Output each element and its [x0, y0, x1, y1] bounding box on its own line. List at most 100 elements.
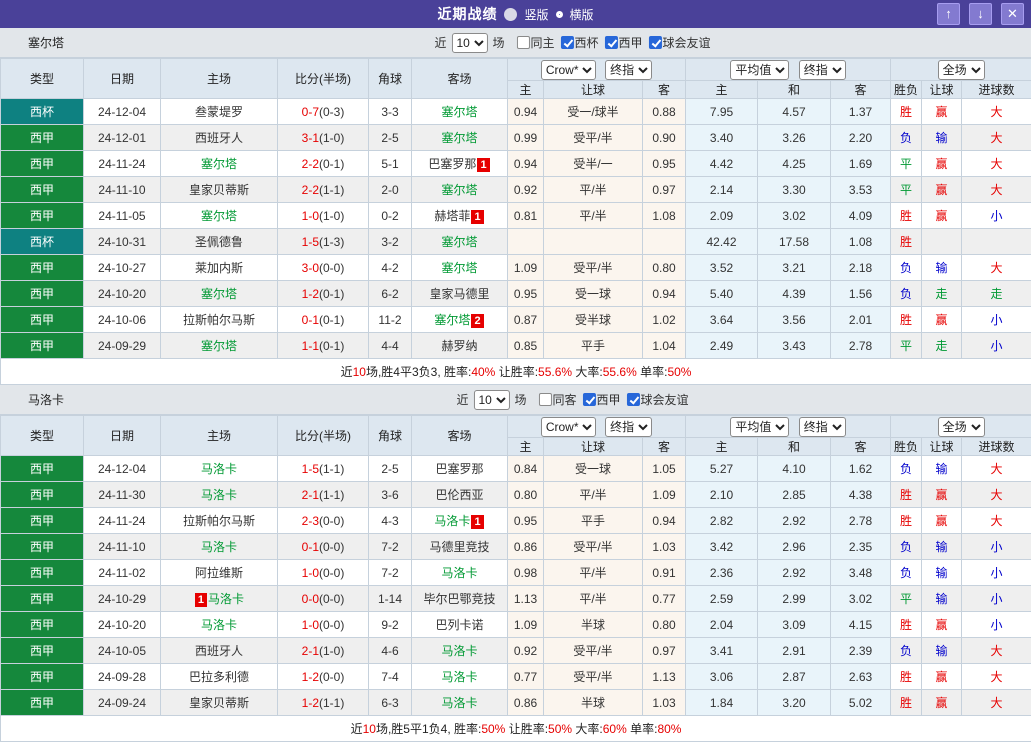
- col-header-corner: 角球: [369, 59, 412, 99]
- corner-count: 7-2: [369, 534, 412, 560]
- league-badge: 西甲: [1, 125, 84, 151]
- subcol-avg-draw: 和: [758, 81, 831, 99]
- odds-home: 0.85: [508, 333, 544, 359]
- team-label: 马德里竞技: [429, 540, 489, 554]
- match-count-select[interactable]: 10: [473, 390, 509, 410]
- match-row: 西甲24-10-27莱加内斯3-0(0-0)4-2塞尔塔1.09受平/半0.80…: [1, 255, 1031, 281]
- result-handicap: 赢: [922, 307, 962, 333]
- avg-away: 1.69: [831, 151, 891, 177]
- team-label: 赫罗纳: [441, 339, 477, 353]
- subcol-odds-home: 主: [508, 438, 544, 456]
- avg-draw: 2.85: [758, 482, 831, 508]
- avg-draw: 17.58: [758, 229, 831, 255]
- score-fulltime: 0-0: [302, 592, 319, 606]
- avg-home: 3.40: [686, 125, 758, 151]
- odds-handicap: 平/半: [544, 177, 643, 203]
- subcol-odds-away: 客: [643, 81, 686, 99]
- result-handicap: [922, 229, 962, 255]
- score-halftime: (0-0): [319, 592, 344, 606]
- filter-checkbox-西杯[interactable]: [561, 36, 574, 49]
- match-row: 西甲24-09-28巴拉多利德1-2(0-0)7-4马洛卡0.77受平/半1.1…: [1, 664, 1031, 690]
- score: 1-0(1-0): [278, 203, 369, 229]
- match-row: 西甲24-10-20塞尔塔1-2(0-1)6-2皇家马德里0.95受一球0.94…: [1, 281, 1031, 307]
- red-card-badge: 1: [471, 515, 483, 529]
- full-match-select[interactable]: 全场: [938, 417, 985, 437]
- score-halftime: (1-1): [319, 488, 344, 502]
- close-button[interactable]: ✕: [1001, 3, 1024, 25]
- odds-source-select[interactable]: Crow*: [541, 417, 596, 437]
- move-up-button[interactable]: ↑: [937, 3, 960, 25]
- avg-time-select[interactable]: 终指: [799, 60, 846, 80]
- radio-vertical-layout[interactable]: [504, 8, 517, 21]
- full-match-select[interactable]: 全场: [938, 60, 985, 80]
- subcol-handicap-result: 让球: [922, 81, 962, 99]
- filter-checkbox-同主[interactable]: [516, 36, 529, 49]
- score-halftime: (1-0): [319, 644, 344, 658]
- move-down-button[interactable]: ↓: [969, 3, 992, 25]
- score-fulltime: 3-0: [302, 261, 319, 275]
- col-header-home: 主场: [161, 416, 278, 456]
- result-goals: 大: [962, 151, 1031, 177]
- avg-away: 2.78: [831, 508, 891, 534]
- corner-count: 6-3: [369, 690, 412, 716]
- summary-segment: 场,胜4平3负3, 胜率:: [366, 365, 471, 379]
- team-label: 塞尔塔: [201, 287, 237, 301]
- match-row: 西甲24-09-24皇家贝蒂斯1-2(1-1)6-3马洛卡0.86半球1.031…: [1, 690, 1031, 716]
- filter-checkbox-球会友谊[interactable]: [649, 36, 662, 49]
- avg-source-select[interactable]: 平均值: [730, 60, 789, 80]
- avg-source-select[interactable]: 平均值: [730, 417, 789, 437]
- result-wdl: 胜: [891, 664, 922, 690]
- home-team: 阿拉维斯: [161, 560, 278, 586]
- odds-handicap: 受一球: [544, 456, 643, 482]
- avg-away: 2.78: [831, 333, 891, 359]
- match-count-select[interactable]: 10: [451, 33, 487, 53]
- team-label: 塞尔塔: [434, 313, 470, 327]
- corner-count: 4-4: [369, 333, 412, 359]
- result-wdl: 平: [891, 333, 922, 359]
- corner-count: 1-14: [369, 586, 412, 612]
- match-row: 西甲24-10-20马洛卡1-0(0-0)9-2巴列卡诺1.09半球0.802.…: [1, 612, 1031, 638]
- away-team: 塞尔塔: [412, 177, 508, 203]
- filter-checkbox-西甲[interactable]: [605, 36, 618, 49]
- team-label: 马洛卡: [441, 670, 477, 684]
- filter-checkbox-球会友谊[interactable]: [627, 393, 640, 406]
- match-date: 24-11-30: [84, 482, 161, 508]
- filter-checkbox-西甲[interactable]: [583, 393, 596, 406]
- odds-time-select[interactable]: 终指: [605, 60, 652, 80]
- result-wdl: 负: [891, 638, 922, 664]
- odds-away: 1.03: [643, 534, 686, 560]
- match-row: 西甲24-11-24拉斯帕尔马斯2-3(0-0)4-3马洛卡10.95平手0.9…: [1, 508, 1031, 534]
- home-team: 马洛卡: [161, 612, 278, 638]
- home-team: 皇家贝蒂斯: [161, 177, 278, 203]
- avg-draw: 3.43: [758, 333, 831, 359]
- filter-checkbox-同客[interactable]: [538, 393, 551, 406]
- odds-away: 0.97: [643, 638, 686, 664]
- odds-source-select[interactable]: Crow*: [541, 60, 596, 80]
- result-handicap: 赢: [922, 151, 962, 177]
- team-label: 巴塞罗那: [428, 157, 476, 171]
- match-date: 24-12-04: [84, 99, 161, 125]
- corner-count: 3-2: [369, 229, 412, 255]
- league-badge: 西甲: [1, 482, 84, 508]
- filter-checkboxes: 同主西杯西甲球会友谊: [511, 34, 710, 51]
- odds-home: 0.86: [508, 534, 544, 560]
- col-header-score: 比分(半场): [278, 416, 369, 456]
- odds-home: 0.84: [508, 456, 544, 482]
- summary-segment: 大率:: [572, 365, 603, 379]
- team-label: 塞尔塔: [441, 183, 477, 197]
- radio-horizontal-layout[interactable]: [556, 11, 563, 18]
- team-label: 皇家马德里: [429, 287, 489, 301]
- filter-checkbox-label: 西甲: [597, 391, 621, 408]
- filter-checkbox-label: 同主: [530, 34, 554, 51]
- odds-away: 1.03: [643, 690, 686, 716]
- odds-time-select[interactable]: 终指: [605, 417, 652, 437]
- result-wdl: 胜: [891, 690, 922, 716]
- red-card-badge: 1: [477, 158, 489, 172]
- header-row-top: 类型 日期 主场 比分(半场) 角球 客场 Crow* 终指 平均值 终指 全场: [1, 59, 1031, 81]
- odds-home: 0.95: [508, 508, 544, 534]
- result-wdl: 胜: [891, 307, 922, 333]
- score-fulltime: 0-7: [302, 105, 319, 119]
- odds-home: 0.77: [508, 664, 544, 690]
- result-goals: 小: [962, 307, 1031, 333]
- avg-time-select[interactable]: 终指: [799, 417, 846, 437]
